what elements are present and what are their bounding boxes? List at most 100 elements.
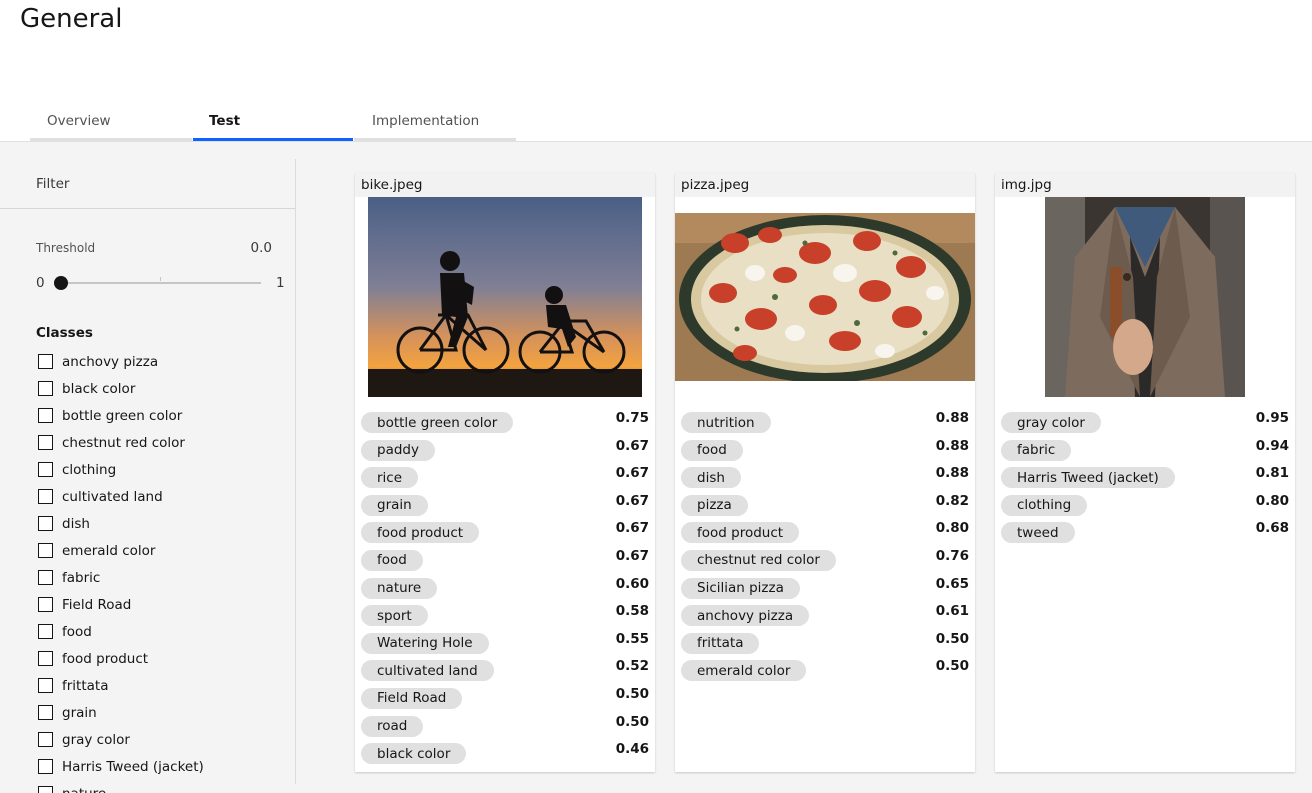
class-tag[interactable]: cultivated land (361, 660, 494, 682)
class-checkbox[interactable] (38, 705, 53, 720)
confidence-score: 0.55 (615, 630, 649, 647)
class-tag[interactable]: black color (361, 743, 467, 765)
class-checkbox[interactable] (38, 381, 53, 396)
tag-row: nature 0.60 (361, 576, 649, 604)
class-filter-item[interactable]: nature (38, 780, 204, 793)
class-checkbox[interactable] (38, 489, 53, 504)
filter-sidebar: Filter Threshold 0.0 0 1 Classes anchovy… (0, 159, 296, 793)
class-tag[interactable]: chestnut red color (681, 549, 836, 571)
class-checkbox[interactable] (38, 570, 53, 585)
confidence-score: 0.67 (615, 465, 649, 482)
class-tag[interactable]: food (361, 549, 423, 571)
class-tag[interactable]: gray color (1001, 412, 1101, 433)
confidence-score: 0.67 (615, 547, 649, 564)
confidence-score: 0.76 (935, 547, 969, 564)
class-filter-item[interactable]: fabric (38, 564, 204, 591)
class-filter-item[interactable]: anchovy pizza (38, 348, 204, 375)
tab-implementation[interactable]: Implementation (354, 103, 516, 141)
tag-row: Harris Tweed (jacket) 0.81 (1001, 465, 1289, 493)
class-checkbox[interactable] (38, 543, 53, 558)
class-tag[interactable]: pizza (681, 494, 748, 516)
class-tag[interactable]: food product (361, 522, 480, 544)
class-tag[interactable]: emerald color (681, 660, 807, 682)
class-checkbox[interactable] (38, 786, 53, 793)
class-tag[interactable]: tweed (1001, 522, 1075, 544)
threshold-slider-handle[interactable] (54, 276, 68, 290)
class-tag[interactable]: Sicilian pizza (681, 577, 800, 599)
class-label: anchovy pizza (62, 353, 159, 370)
class-tag[interactable]: bottle green color (361, 412, 514, 433)
class-filter-item[interactable]: bottle green color (38, 402, 204, 429)
tab-test[interactable]: Test (193, 103, 353, 141)
class-checkbox[interactable] (38, 354, 53, 369)
result-card-bike: bike.jpeg bottle green color 0.75 paddy … (355, 173, 655, 772)
class-checkbox[interactable] (38, 462, 53, 477)
class-tag[interactable]: Field Road (361, 687, 463, 709)
class-filter-item[interactable]: Field Road (38, 591, 204, 618)
confidence-score: 0.60 (615, 575, 649, 592)
class-filter-item[interactable]: cultivated land (38, 483, 204, 510)
class-checkbox[interactable] (38, 651, 53, 666)
class-filter-item[interactable]: dish (38, 510, 204, 537)
class-tag[interactable]: frittata (681, 632, 760, 654)
slider-max-label: 1 (276, 275, 285, 291)
class-filter-item[interactable]: emerald color (38, 537, 204, 564)
class-tag[interactable]: Watering Hole (361, 632, 489, 654)
class-filter-item[interactable]: food (38, 618, 204, 645)
class-tag[interactable]: paddy (361, 439, 435, 461)
class-checkbox[interactable] (38, 732, 53, 747)
class-tag[interactable]: sport (361, 605, 428, 627)
class-label: food product (62, 650, 149, 667)
tag-row: grain 0.67 (361, 493, 649, 521)
class-filter-item[interactable]: food product (38, 645, 204, 672)
class-checkbox[interactable] (38, 624, 53, 639)
class-filter-item[interactable]: Harris Tweed (jacket) (38, 753, 204, 780)
class-checkbox[interactable] (38, 435, 53, 450)
slider-min-label: 0 (36, 275, 45, 291)
tag-row: rice 0.67 (361, 465, 649, 493)
class-tag[interactable]: road (361, 715, 424, 737)
tag-row: food product 0.80 (681, 520, 969, 548)
class-checkbox[interactable] (38, 408, 53, 423)
confidence-score: 0.61 (935, 603, 969, 620)
class-tag[interactable]: fabric (1001, 439, 1072, 461)
class-tag[interactable]: grain (361, 494, 428, 516)
divider (0, 208, 295, 209)
result-card-pizza: pizza.jpeg nutrition 0.88 food 0.88 dish… (675, 173, 975, 772)
class-checkbox[interactable] (38, 597, 53, 612)
class-checkbox[interactable] (38, 759, 53, 774)
class-label: Harris Tweed (jacket) (62, 758, 204, 775)
class-filter-item[interactable]: gray color (38, 726, 204, 753)
pizza-image (675, 213, 975, 381)
class-filter-item[interactable]: frittata (38, 672, 204, 699)
class-label: dish (62, 515, 90, 532)
tag-row: Field Road 0.50 (361, 686, 649, 714)
class-tag[interactable]: dish (681, 467, 741, 489)
threshold-slider-track[interactable] (58, 282, 261, 284)
confidence-score: 0.50 (935, 630, 969, 647)
tag-row: black color 0.46 (361, 741, 649, 769)
class-tag[interactable]: food (681, 439, 743, 461)
class-tag[interactable]: nature (361, 577, 438, 599)
tab-overview[interactable]: Overview (30, 103, 192, 141)
tag-row: anchovy pizza 0.61 (681, 603, 969, 631)
confidence-score: 0.80 (1255, 492, 1289, 509)
tag-row: Watering Hole 0.55 (361, 631, 649, 659)
class-filter-item[interactable]: clothing (38, 456, 204, 483)
class-tag[interactable]: nutrition (681, 412, 771, 433)
result-card-img: img.jpg gray color 0.95 fabric 0.94 Harris T… (995, 173, 1295, 772)
class-filter-item[interactable]: black color (38, 375, 204, 402)
class-filter-item[interactable]: chestnut red color (38, 429, 204, 456)
tag-row: cultivated land 0.52 (361, 658, 649, 686)
threshold-label: Threshold (36, 241, 96, 255)
class-checkbox[interactable] (38, 678, 53, 693)
tag-row: nutrition 0.88 (681, 410, 969, 438)
class-tag[interactable]: rice (361, 467, 419, 489)
class-tag[interactable]: food product (681, 522, 800, 544)
class-tag[interactable]: Harris Tweed (jacket) (1001, 467, 1175, 489)
class-checkbox[interactable] (38, 516, 53, 531)
class-tag[interactable]: clothing (1001, 494, 1088, 516)
class-tag[interactable]: anchovy pizza (681, 605, 810, 627)
confidence-score: 0.65 (935, 575, 969, 592)
class-filter-item[interactable]: grain (38, 699, 204, 726)
